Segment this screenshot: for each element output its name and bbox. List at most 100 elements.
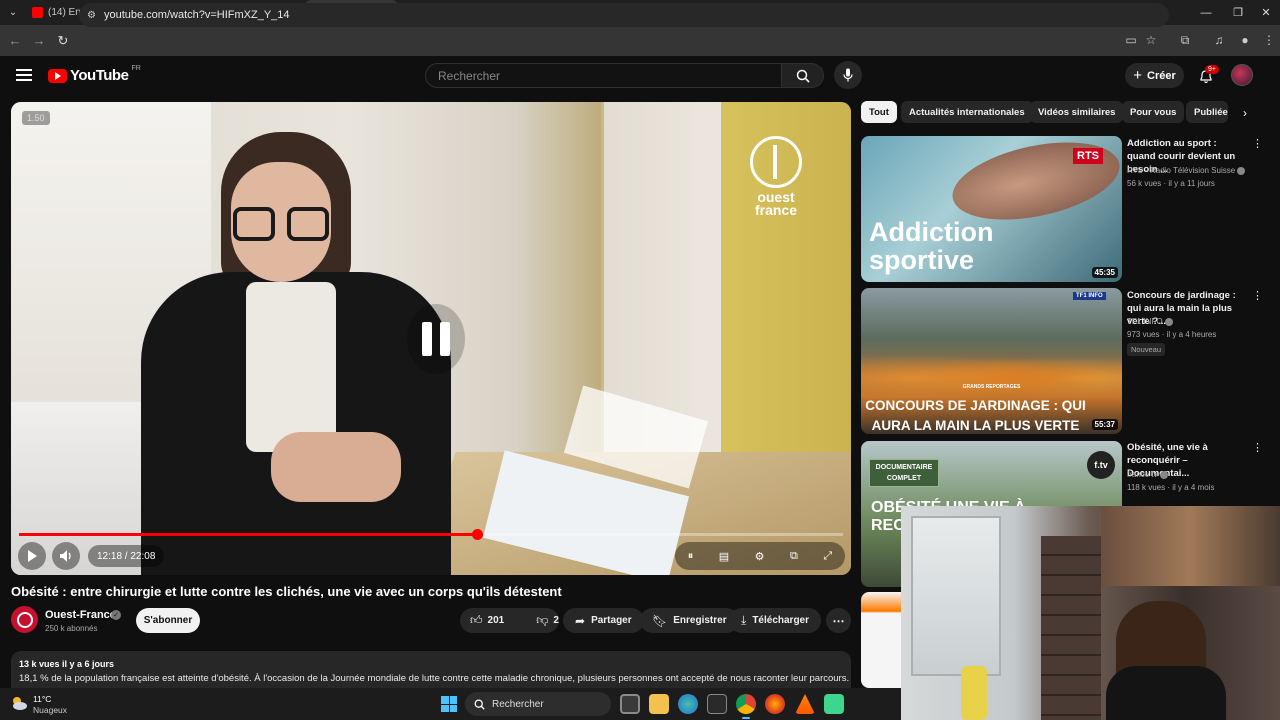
verified-check-icon: ✓ (111, 610, 121, 620)
thumbnail-channel-badge: TF1 INFO (1073, 292, 1106, 300)
file-explorer-icon[interactable] (649, 694, 669, 714)
thumbnail-channel-badge: RTS (1073, 148, 1103, 164)
taskbar-search[interactable]: Rechercher (465, 692, 611, 716)
profile-icon[interactable]: ● (1234, 29, 1256, 51)
edge-browser-icon[interactable] (678, 694, 698, 714)
related-thumbnail-partial[interactable] (861, 592, 901, 688)
related-channel[interactable]: RTS - Radio Télévision Suisse (1127, 166, 1246, 175)
url-text: youtube.com/watch?v=HIFmXZ_Y_14 (103, 9, 290, 21)
search-button[interactable] (782, 63, 824, 88)
related-channel[interactable]: france tv (1127, 470, 1168, 479)
webcam-posters (1101, 506, 1280, 586)
chip-all[interactable]: Tout (861, 101, 897, 123)
youtube-logo[interactable]: YouTube FR (48, 65, 141, 84)
play-button[interactable] (18, 542, 46, 570)
app-icon[interactable] (824, 694, 844, 714)
fullscreen-icon[interactable]: ⤢ (823, 550, 832, 563)
subtitles-icon[interactable]: ▤ (719, 550, 729, 563)
tab-search-icon[interactable]: ⌄ (0, 0, 26, 25)
url-bar[interactable]: ⚙ youtube.com/watch?v=HIFmXZ_Y_14 (79, 3, 1169, 27)
ouest-france-logo-icon (750, 136, 802, 188)
share-label: Partager (591, 615, 632, 626)
search-input[interactable]: Rechercher (425, 63, 782, 88)
thumbnail-kicker: GRANDS REPORTAGES (962, 384, 1021, 390)
extensions-icon[interactable]: ⧉ (1174, 29, 1196, 51)
related-meta: 56 k vues · il y a 11 jours (1127, 179, 1215, 188)
save-button[interactable]: 🔖︎ Enregistrer (640, 608, 739, 633)
download-icon: ⤓ (741, 613, 747, 627)
video-player[interactable]: ouest france 1.50 12:18 / 22:08 ⏸ ▤ ⚙ ⧉ … (11, 102, 851, 575)
progress-bar[interactable] (19, 529, 843, 540)
search-icon (796, 69, 810, 83)
volume-button[interactable] (52, 542, 80, 570)
weather-temperature[interactable]: 11°C (33, 694, 51, 704)
share-button[interactable]: ➦ Partager (563, 608, 644, 633)
forward-icon[interactable]: → (27, 29, 51, 53)
bookmark-star-icon[interactable]: ☆ (1140, 29, 1162, 51)
related-meta: 973 vues · il y a 4 heures (1127, 330, 1217, 339)
reload-icon[interactable]: ↻ (51, 29, 75, 53)
related-channel[interactable]: TF1 INFO (1127, 317, 1173, 326)
channel-avatar[interactable] (11, 606, 38, 633)
browser-menu-icon[interactable]: ⋮ (1258, 29, 1280, 51)
minimize-icon[interactable]: — (1190, 0, 1222, 25)
windows-start-icon[interactable] (441, 696, 457, 712)
vlc-icon[interactable] (795, 694, 815, 714)
create-button[interactable]: + Créer (1125, 63, 1184, 88)
weather-cloud-icon[interactable] (10, 695, 28, 711)
cast-icon[interactable]: ▭ (1120, 29, 1142, 51)
thumbs-down-icon: 👎︎ (536, 613, 549, 627)
related-thumbnail[interactable]: TF1 INFO GRANDS REPORTAGES CONCOURS DE J… (861, 288, 1122, 434)
media-control-icon[interactable]: ♫ (1208, 29, 1230, 51)
verified-check-icon (1237, 166, 1246, 175)
download-label: Télécharger (752, 615, 810, 626)
hamburger-menu-icon[interactable] (16, 69, 32, 81)
description-box[interactable]: 13 k vues il y a 6 jours 18,1 % de la po… (11, 651, 851, 691)
more-actions-icon[interactable]: ⋯ (826, 608, 851, 633)
webcam-bottle (961, 666, 987, 720)
miniplayer-icon[interactable]: ⧉ (790, 550, 798, 563)
related-more-icon[interactable]: ⋮ (1252, 443, 1263, 454)
thumbnail-caption: Addiction sportive (869, 217, 994, 275)
chip-for-you[interactable]: Pour vous (1122, 101, 1185, 123)
webcam-person-shirt (1106, 666, 1226, 720)
save-label: Enregistrer (673, 615, 727, 626)
youtube-header: YouTube FR Rechercher + Créer 9+ (0, 56, 1280, 96)
dislike-count: 2 (553, 615, 559, 626)
verified-check-icon (1164, 317, 1173, 326)
user-avatar[interactable] (1231, 64, 1253, 86)
microsoft-store-icon[interactable] (707, 694, 727, 714)
related-more-icon[interactable]: ⋮ (1252, 139, 1263, 150)
chip-similar-videos[interactable]: Vidéos similaires (1030, 101, 1124, 123)
like-count: 201 (487, 615, 505, 626)
video-title: Obésité : entre chirurgie et lutte contr… (11, 584, 562, 599)
like-button[interactable]: 👍︎ 201 (460, 608, 514, 633)
related-more-icon[interactable]: ⋮ (1252, 291, 1263, 302)
chrome-icon[interactable] (736, 694, 756, 714)
duration-badge: 55:37 (1091, 419, 1118, 430)
chip-international-news[interactable]: Actualités internationales (901, 101, 1033, 123)
subscribe-button[interactable]: S'abonner (136, 608, 200, 633)
autoplay-toggle-icon[interactable]: ⏸ (688, 550, 694, 563)
close-window-icon[interactable]: ✕ (1250, 0, 1280, 25)
voice-search-button[interactable] (834, 61, 862, 89)
windows-taskbar: 11°C Nuageux Rechercher (0, 688, 901, 720)
duration-badge: 45:35 (1091, 267, 1118, 278)
site-info-icon[interactable]: ⚙ (87, 10, 96, 21)
play-icon (28, 550, 37, 562)
chevron-right-icon[interactable]: › (1236, 104, 1254, 122)
settings-gear-icon[interactable]: ⚙ (755, 550, 765, 563)
firefox-icon[interactable] (765, 694, 785, 714)
thumbnail-doc-badge: DOCUMENTAIRE COMPLET (869, 459, 939, 487)
back-icon[interactable]: ← (3, 29, 27, 53)
center-pause-icon[interactable] (407, 304, 465, 374)
webcam-window-frame (911, 516, 1001, 676)
chip-published[interactable]: Publiée (1186, 101, 1228, 123)
youtube-play-icon (48, 68, 67, 83)
download-button[interactable]: ⤓ Télécharger (729, 608, 822, 633)
channel-name[interactable]: Ouest-France (45, 609, 116, 621)
description-meta: 13 k vues il y a 6 jours (19, 659, 115, 669)
task-view-icon[interactable] (620, 694, 640, 714)
related-thumbnail[interactable]: RTS Addiction sportive 45:35 (861, 136, 1122, 282)
related-meta: 118 k vues · il y a 4 mois (1127, 483, 1215, 492)
